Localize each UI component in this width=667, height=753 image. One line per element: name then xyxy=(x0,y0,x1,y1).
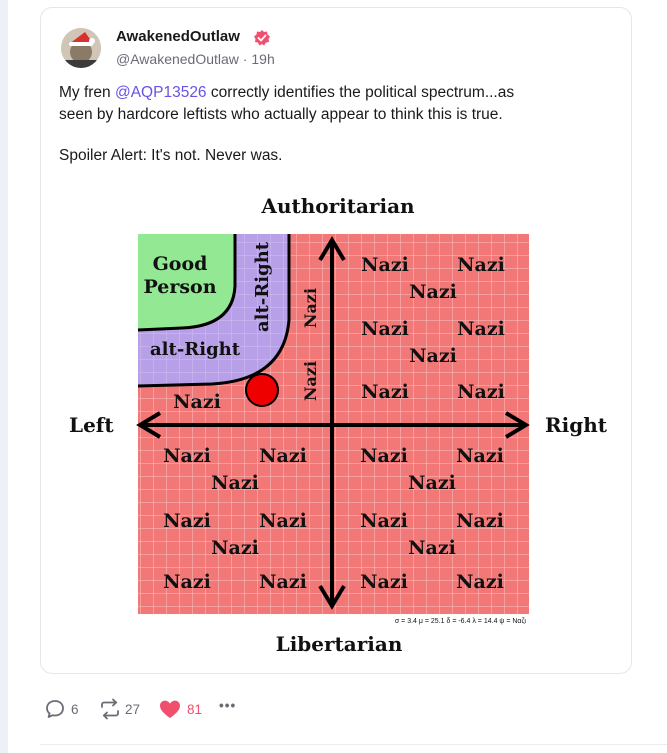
post-text-prefix: My fren xyxy=(59,84,115,101)
post-text-suffix: correctly identifies the political spect… xyxy=(206,84,515,101)
verified-badge-icon xyxy=(254,30,270,46)
post-text-line-3: Spoiler Alert: It's not. Never was. xyxy=(59,147,283,164)
divider xyxy=(40,744,667,745)
post-actions: 6 27 81 ••• xyxy=(44,698,304,722)
reply-button[interactable]: 6 xyxy=(44,698,79,720)
good-person-label-2: Person xyxy=(143,276,216,298)
nazi-label: Nazi xyxy=(456,510,504,532)
nazi-label: Nazi xyxy=(163,510,211,532)
post-text-line-2: seen by hardcore leftists who actually a… xyxy=(59,106,503,123)
nazi-label: Nazi xyxy=(360,445,408,467)
meta-separator: · xyxy=(238,51,252,67)
more-options-button[interactable]: ••• xyxy=(219,698,236,713)
reply-icon xyxy=(46,700,64,718)
bottom-axis-label: Libertarian xyxy=(276,632,403,656)
nazi-label: Nazi xyxy=(211,472,259,494)
nazi-label: Nazi xyxy=(408,537,456,559)
mention-link[interactable]: @AQP13526 xyxy=(115,84,207,101)
nazi-label: Nazi xyxy=(259,445,307,467)
nazi-vertical-label-1: Nazi xyxy=(301,288,320,328)
repost-button[interactable]: 27 xyxy=(98,698,140,720)
nazi-label: Nazi xyxy=(361,318,409,340)
nazi-label: Nazi xyxy=(360,510,408,532)
repost-icon xyxy=(101,698,119,720)
nazi-label: Nazi xyxy=(457,318,505,340)
nazi-label: Nazi xyxy=(163,445,211,467)
nazi-label: Nazi xyxy=(408,472,456,494)
right-axis-label: Right xyxy=(545,413,607,437)
post-meta: @AwakenedOutlaw · 19h xyxy=(116,51,275,67)
nazi-label: Nazi xyxy=(457,254,505,276)
nazi-label: Nazi xyxy=(259,510,307,532)
nazi-label: Nazi xyxy=(456,571,504,593)
nazi-label: Nazi xyxy=(173,391,221,413)
nazi-label: Nazi xyxy=(409,345,457,367)
more-icon: ••• xyxy=(219,698,237,713)
avatar[interactable] xyxy=(61,28,101,68)
nazi-label: Nazi xyxy=(409,281,457,303)
left-rail xyxy=(0,0,8,753)
post-time[interactable]: 19h xyxy=(251,51,274,67)
author-handle[interactable]: @AwakenedOutlaw xyxy=(116,51,239,67)
alt-right-label-horizontal: alt-Right xyxy=(150,339,241,360)
nazi-label: Nazi xyxy=(360,571,408,593)
post-text-line-1: My fren @AQP13526 correctly identifies t… xyxy=(59,84,514,102)
left-axis-label: Left xyxy=(69,413,114,437)
like-button[interactable]: 81 xyxy=(158,698,202,720)
heart-icon xyxy=(160,700,180,718)
nazi-label: Nazi xyxy=(163,571,211,593)
repost-count: 27 xyxy=(125,701,141,717)
author-name[interactable]: AwakenedOutlaw xyxy=(116,28,240,45)
political-compass-meme[interactable]: Authoritarian Libertarian Left Right Goo… xyxy=(62,190,607,660)
like-count: 81 xyxy=(187,701,203,717)
nazi-vertical-label-2: Nazi xyxy=(301,361,320,401)
reply-count: 6 xyxy=(71,701,79,717)
stats-caption: σ = 3.4 μ = 25.1 δ = -6.4 λ = 14.4 ψ = N… xyxy=(395,618,527,625)
nazi-label: Nazi xyxy=(361,381,409,403)
alt-right-label-vertical: alt-Right xyxy=(252,241,273,332)
nazi-label: Nazi xyxy=(456,445,504,467)
nazi-label: Nazi xyxy=(259,571,307,593)
good-person-label-1: Good xyxy=(153,253,208,275)
position-dot xyxy=(245,373,279,407)
top-axis-label: Authoritarian xyxy=(260,194,415,218)
nazi-label: Nazi xyxy=(457,381,505,403)
nazi-label: Nazi xyxy=(361,254,409,276)
nazi-label: Nazi xyxy=(211,537,259,559)
